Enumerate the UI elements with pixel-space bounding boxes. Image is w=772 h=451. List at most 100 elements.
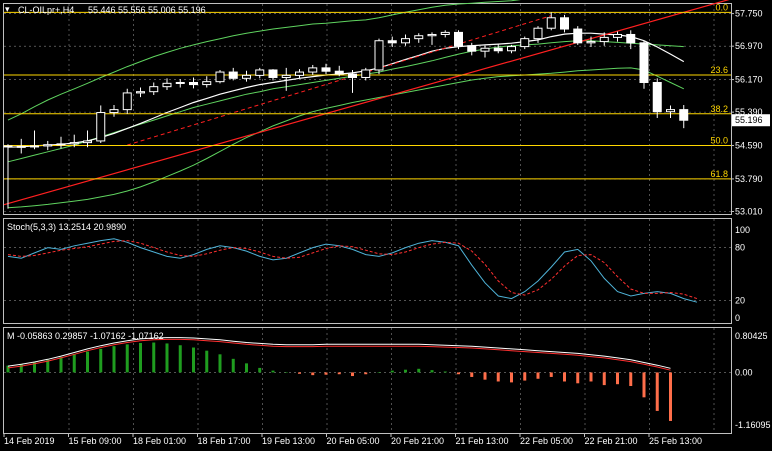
macd-histogram-bar: [324, 372, 328, 375]
candle-body: [387, 40, 397, 44]
candle-body: [334, 70, 344, 75]
time-label: 14 Feb 2019: [4, 436, 55, 446]
macd-histogram-bar: [271, 370, 275, 373]
candle-body: [215, 71, 225, 83]
macd-histogram-bar: [139, 342, 142, 373]
macd-histogram-bar: [655, 372, 659, 411]
candle-body: [467, 45, 477, 52]
macd-signal-line-white: [7, 337, 671, 369]
symbol-label: CL-OILpr+,H4: [18, 5, 74, 15]
macd-histogram-bar: [218, 354, 222, 373]
candle-body: [546, 17, 556, 29]
candle-body: [666, 109, 675, 113]
macd-histogram-bar: [629, 372, 633, 387]
macd-histogram-bar: [417, 368, 421, 373]
fib-level-label: 61.8: [710, 169, 728, 179]
candle-body: [427, 33, 437, 37]
macd-histogram-bar: [576, 372, 580, 384]
bollinger-upper-line: [7, 0, 521, 121]
fib-level-label: 0.0: [715, 2, 728, 12]
macd-histogram-bar: [510, 372, 513, 383]
candle-body: [599, 36, 609, 43]
macd-histogram-bar: [205, 350, 209, 373]
price-axis: 57.75056.97056.17055.39054.59053.79053.0…: [731, 9, 770, 216]
price-tick-label: 56.970: [735, 41, 763, 51]
fib-level-label: 50.0: [710, 136, 728, 146]
macd-histogram-bar: [443, 371, 447, 373]
macd-histogram-bar: [496, 372, 500, 382]
time-axis: 14 Feb 2019 15 Feb 09:00 18 Feb 01:00 18 Fe…: [3, 433, 702, 446]
macd-histogram-bar: [523, 372, 527, 381]
macd-histogram-bar: [165, 343, 169, 373]
fibonacci-levels: 0.0 23.6 38.2 50.0 61.8: [4, 2, 731, 180]
candle-body: [321, 67, 331, 72]
candle-body: [533, 27, 543, 40]
chart-menu-icon[interactable]: ▾: [5, 4, 10, 14]
price-tick-label: 53.010: [735, 206, 763, 216]
stoch-tick-label: 100: [735, 225, 750, 235]
time-label: 19 Feb 13:00: [262, 436, 315, 446]
candle-body: [295, 71, 304, 76]
candle-body: [586, 41, 596, 44]
price-tick-label: 53.790: [735, 174, 763, 184]
macd-histogram-bar: [99, 348, 103, 373]
candle-body: [43, 144, 53, 147]
current-price-label: 55.196: [735, 115, 763, 125]
macd-histogram-bar: [669, 372, 672, 421]
candle-body: [189, 81, 198, 86]
macd-histogram-bar: [536, 372, 540, 379]
macd-histogram-bar: [616, 372, 619, 385]
macd-histogram-bar: [589, 372, 593, 382]
candle-body: [454, 31, 463, 47]
fib-level-label: 23.6: [710, 65, 728, 75]
candle-body: [493, 47, 503, 52]
time-label: 18 Feb 17:00: [198, 436, 251, 446]
macd-histogram-bar: [563, 372, 566, 382]
macd-histogram-bar: [192, 347, 195, 373]
time-label: 21 Feb 13:00: [456, 436, 509, 446]
candle-body: [401, 38, 410, 44]
stoch-tick-label: 80: [735, 243, 745, 253]
macd-label: M -0.05863 0.29857 -1.07162 -1.07162: [7, 331, 164, 341]
time-label: 20 Feb 21:00: [391, 436, 444, 446]
macd-histogram-bar: [470, 372, 474, 377]
candle-body: [228, 71, 238, 79]
macd-histogram-bar: [602, 372, 606, 386]
macd-histogram-bar: [284, 372, 288, 373]
candle-body: [202, 81, 212, 86]
candle-body: [122, 92, 132, 111]
macd-tick-label: 0.80425: [735, 331, 768, 341]
stoch-tick-label: 20: [735, 295, 745, 305]
macd-histogram-bar: [112, 346, 116, 373]
macd-histogram-bar: [311, 372, 315, 376]
macd-histogram-bar: [86, 351, 89, 373]
candle-body: [30, 145, 39, 148]
time-label: 25 Feb 13:00: [649, 436, 702, 446]
macd-histogram-bar: [298, 372, 301, 374]
candle-body: [414, 35, 424, 40]
time-label: 15 Feb 09:00: [69, 436, 122, 446]
candle-body: [242, 74, 251, 79]
candle-body: [361, 69, 371, 78]
candle-body: [374, 40, 384, 71]
candle-body: [162, 82, 172, 88]
candle-body: [281, 74, 291, 78]
candle-body: [652, 81, 662, 113]
bollinger-lower-line: [7, 67, 685, 209]
macd-histogram-bar: [72, 354, 76, 373]
trading-chart[interactable]: 0.0 23.6 38.2 50.0 61.8 57.750 56.970 56.170 55…: [0, 0, 772, 451]
macd-histogram-bar: [178, 345, 182, 373]
macd-histogram-bar: [642, 372, 646, 398]
candle-body: [83, 140, 92, 144]
candle-body: [507, 46, 516, 52]
macd-tick-label: 0.00: [735, 367, 753, 377]
candle-body: [16, 145, 26, 148]
trend-lines: [3, 0, 730, 206]
candle-body: [348, 73, 357, 78]
time-label: 22 Feb 05:00: [520, 436, 573, 446]
macd-histogram-bar: [457, 372, 460, 375]
candle-body: [626, 33, 636, 44]
macd-histogram-bar: [59, 357, 63, 373]
macd-histogram-bar: [245, 363, 248, 373]
candle-body: [613, 33, 622, 38]
